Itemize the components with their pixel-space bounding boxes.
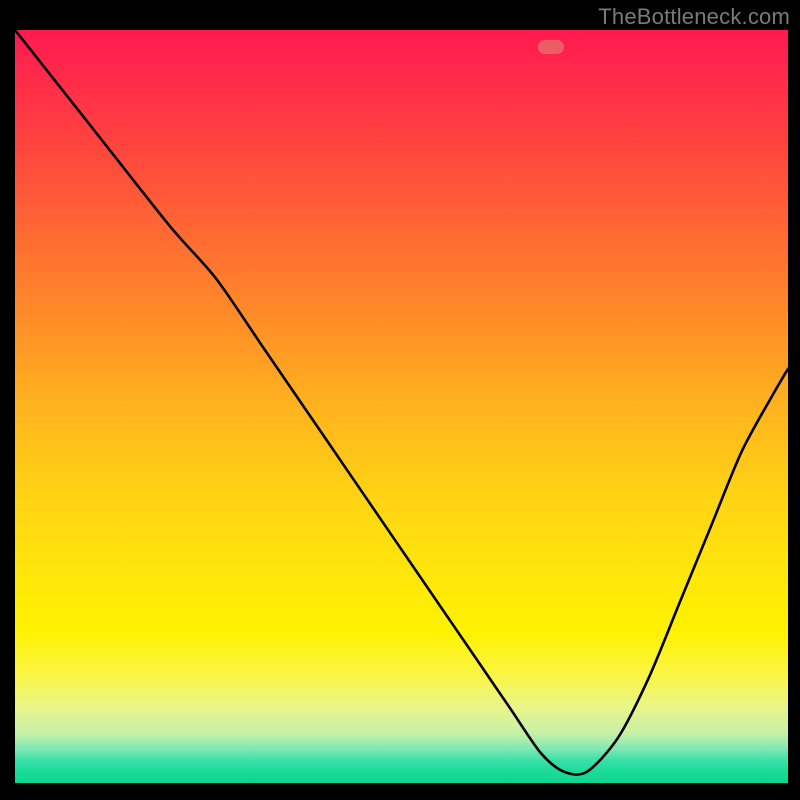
chart-container: TheBottleneck.com	[0, 0, 800, 800]
bottleneck-curve	[15, 30, 788, 775]
plot-area	[15, 30, 788, 783]
attribution-label: TheBottleneck.com	[598, 4, 790, 30]
optimal-marker	[538, 40, 564, 54]
curve-layer	[15, 30, 788, 783]
plot-frame	[15, 30, 788, 783]
